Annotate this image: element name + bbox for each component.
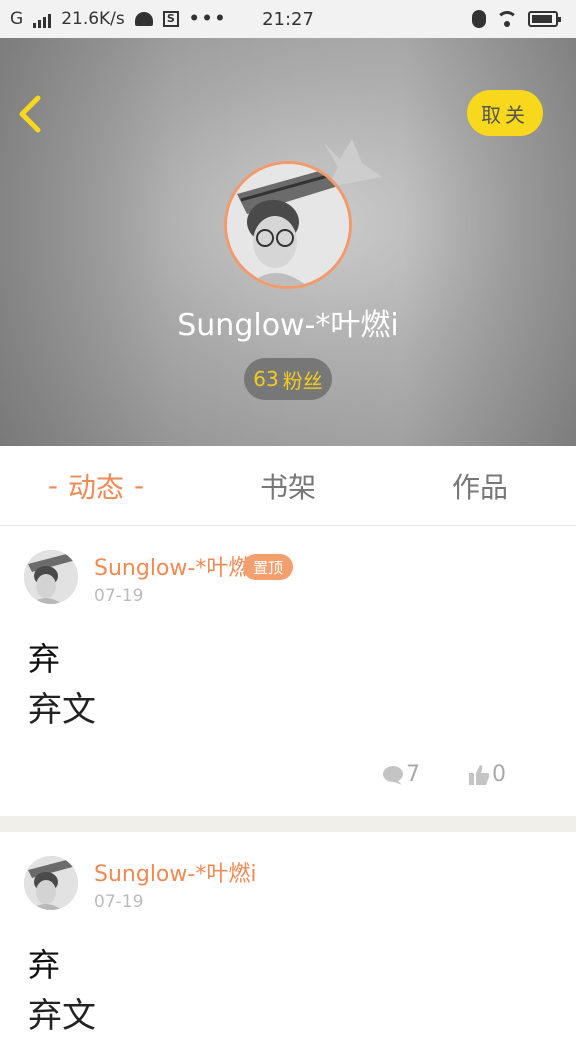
post-author-avatar[interactable]	[24, 550, 78, 604]
bluetooth-icon	[472, 10, 486, 28]
status-bar: G 21.6K/s S ••• 21:27	[0, 0, 576, 38]
profile-tabs: - 动态 - 书架 作品	[0, 446, 576, 526]
fans-count-badge[interactable]: 63 粉丝	[244, 358, 332, 400]
fans-count: 63	[253, 367, 279, 391]
post-author-avatar[interactable]	[24, 856, 78, 910]
post-body: 弃文	[28, 996, 96, 1036]
comment-button[interactable]: 7	[382, 762, 420, 787]
comment-count: 7	[406, 762, 420, 787]
like-count: 0	[492, 762, 506, 787]
signal-icon	[33, 10, 52, 28]
tab-bookshelf[interactable]: 书架	[192, 446, 384, 525]
s-notification-icon: S	[162, 11, 179, 27]
profile-avatar[interactable]	[224, 161, 352, 289]
fans-label: 粉丝	[282, 368, 323, 393]
status-right	[472, 10, 561, 28]
tab-activity-label: 动态	[67, 470, 124, 504]
like-button[interactable]: 0	[468, 762, 506, 787]
more-notifications-icon: •••	[188, 9, 228, 29]
unfollow-button[interactable]: 取关	[467, 90, 543, 136]
back-button[interactable]	[14, 94, 50, 134]
tab-activity[interactable]: - 动态 -	[0, 446, 192, 525]
post-title: 弃	[28, 946, 61, 984]
post-author-name[interactable]: Sunglow-*叶燃i	[94, 856, 256, 888]
post-date: 07-19	[94, 586, 144, 606]
post-card[interactable]: Sunglow-*叶燃i 置顶 07-19 弃 弃文 7 0	[0, 526, 576, 816]
android-icon	[134, 12, 153, 26]
post-card[interactable]: Sunglow-*叶燃i 07-19 弃 弃文	[0, 832, 576, 1036]
profile-header: 取关 Sunglow-*叶燃i 63 粉丝	[0, 38, 576, 446]
avatar-image	[24, 856, 78, 910]
status-time: 21:27	[262, 8, 314, 30]
tab-active-indicator-right: -	[134, 469, 145, 502]
avatar-image	[227, 164, 349, 286]
tab-works[interactable]: 作品	[384, 446, 576, 525]
wifi-icon	[496, 11, 518, 27]
back-arrow-icon	[19, 95, 41, 133]
tab-active-indicator-left: -	[47, 469, 58, 502]
network-type: G	[10, 9, 24, 29]
battery-icon	[528, 11, 561, 27]
post-author-name[interactable]: Sunglow-*叶燃i	[94, 550, 256, 582]
network-speed: 21.6K/s	[61, 9, 125, 29]
status-left: G 21.6K/s S •••	[10, 9, 227, 29]
like-icon	[469, 764, 490, 785]
pinned-badge: 置顶	[243, 554, 293, 580]
post-body: 弃文	[28, 690, 96, 730]
profile-username: Sunglow-*叶燃i	[177, 308, 399, 343]
comment-icon	[383, 765, 403, 785]
avatar-image	[24, 550, 78, 604]
post-separator	[0, 816, 576, 832]
post-date: 07-19	[94, 892, 144, 912]
post-title: 弃	[28, 640, 61, 678]
